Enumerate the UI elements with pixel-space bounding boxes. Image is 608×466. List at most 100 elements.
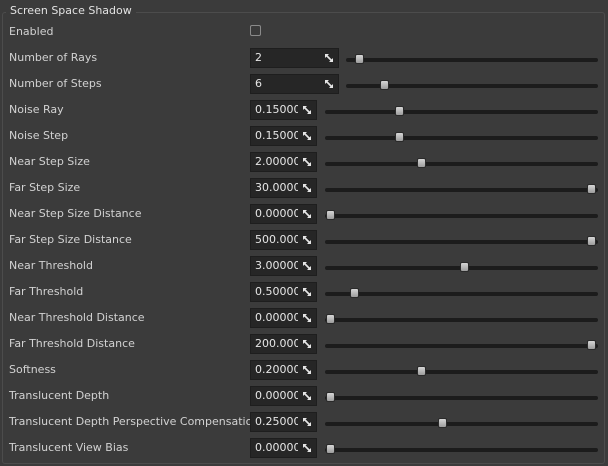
far-step-size-slider[interactable] — [325, 184, 598, 197]
row-near-step-size: Near Step Size 2.00000 — [0, 149, 608, 175]
near-threshold-distance-slider[interactable] — [325, 314, 598, 327]
slider-track — [325, 188, 598, 192]
far-threshold-field[interactable]: 0.50000 — [250, 282, 317, 302]
far-threshold-distance-slider[interactable] — [325, 340, 598, 353]
noise-ray-slider[interactable] — [325, 106, 598, 119]
number-of-rays-label: Number of Rays — [9, 51, 98, 64]
translucent-depth-perspective-compensation-field[interactable]: 0.25000 — [250, 412, 317, 432]
slider-handle[interactable] — [326, 444, 336, 454]
near-threshold-slider[interactable] — [325, 262, 598, 275]
near-threshold-distance-field[interactable]: 0.00000 — [250, 308, 317, 328]
slider-handle[interactable] — [394, 132, 404, 142]
slider-handle[interactable] — [416, 366, 426, 376]
slider-track — [346, 58, 598, 62]
number-of-rays-value: 2 — [255, 51, 262, 64]
slider-handle[interactable] — [587, 236, 597, 246]
translucent-view-bias-label: Translucent View Bias — [9, 441, 129, 454]
row-translucent-view-bias: Translucent View Bias 0.00000 — [0, 435, 608, 461]
expand-arrows-icon[interactable] — [301, 442, 313, 454]
expand-arrows-icon[interactable] — [323, 78, 335, 90]
row-number-of-rays: Number of Rays 2 — [0, 45, 608, 71]
row-near-threshold: Near Threshold 3.00000 — [0, 253, 608, 279]
far-step-size-distance-slider[interactable] — [325, 236, 598, 249]
row-number-of-steps: Number of Steps 6 — [0, 71, 608, 97]
slider-handle[interactable] — [326, 392, 336, 402]
number-of-steps-value: 6 — [255, 77, 262, 90]
enabled-checkbox[interactable] — [250, 25, 261, 36]
noise-ray-field[interactable]: 0.15000 — [250, 100, 317, 120]
far-step-size-distance-field[interactable]: 500.0000 — [250, 230, 317, 250]
far-threshold-distance-field[interactable]: 200.0000 — [250, 334, 317, 354]
noise-step-field[interactable]: 0.15000 — [250, 126, 317, 146]
translucent-view-bias-slider[interactable] — [325, 444, 598, 457]
slider-track — [325, 448, 598, 452]
row-near-step-size-distance: Near Step Size Distance 0.00000 — [0, 201, 608, 227]
noise-step-label: Noise Step — [9, 129, 69, 142]
slider-track — [325, 136, 598, 140]
expand-arrows-icon[interactable] — [301, 260, 313, 272]
expand-arrows-icon[interactable] — [301, 182, 313, 194]
row-far-threshold: Far Threshold 0.50000 — [0, 279, 608, 305]
far-step-size-value: 30.00000 — [255, 181, 298, 194]
slider-handle[interactable] — [416, 158, 426, 168]
expand-arrows-icon[interactable] — [301, 312, 313, 324]
expand-arrows-icon[interactable] — [301, 390, 313, 402]
near-step-size-value: 2.00000 — [255, 155, 298, 168]
slider-handle[interactable] — [379, 80, 389, 90]
translucent-view-bias-field[interactable]: 0.00000 — [250, 438, 317, 458]
near-step-size-distance-slider[interactable] — [325, 210, 598, 223]
row-far-step-size: Far Step Size 30.00000 — [0, 175, 608, 201]
far-threshold-label: Far Threshold — [9, 285, 84, 298]
near-threshold-field[interactable]: 3.00000 — [250, 256, 317, 276]
row-softness: Softness 0.20000 — [0, 357, 608, 383]
slider-track — [325, 292, 598, 296]
slider-track — [325, 110, 598, 114]
noise-step-slider[interactable] — [325, 132, 598, 145]
slider-handle[interactable] — [394, 106, 404, 116]
noise-ray-label: Noise Ray — [9, 103, 64, 116]
translucent-depth-slider[interactable] — [325, 392, 598, 405]
expand-arrows-icon[interactable] — [301, 286, 313, 298]
expand-arrows-icon[interactable] — [301, 208, 313, 220]
number-of-steps-field[interactable]: 6 — [250, 74, 339, 94]
far-threshold-slider[interactable] — [325, 288, 598, 301]
far-step-size-distance-label: Far Step Size Distance — [9, 233, 132, 246]
far-step-size-distance-value: 500.0000 — [255, 233, 298, 246]
expand-arrows-icon[interactable] — [301, 130, 313, 142]
translucent-depth-perspective-compensation-slider[interactable] — [325, 418, 598, 431]
expand-arrows-icon[interactable] — [301, 234, 313, 246]
expand-arrows-icon[interactable] — [301, 338, 313, 350]
near-step-size-distance-field[interactable]: 0.00000 — [250, 204, 317, 224]
slider-handle[interactable] — [587, 184, 597, 194]
number-of-steps-label: Number of Steps — [9, 77, 102, 90]
slider-handle[interactable] — [326, 210, 336, 220]
slider-handle[interactable] — [587, 340, 597, 350]
slider-track — [325, 344, 598, 348]
far-step-size-field[interactable]: 30.00000 — [250, 178, 317, 198]
number-of-rays-slider[interactable] — [346, 54, 598, 67]
expand-arrows-icon[interactable] — [301, 156, 313, 168]
slider-handle[interactable] — [460, 262, 470, 272]
number-of-steps-slider[interactable] — [346, 80, 598, 93]
expand-arrows-icon[interactable] — [301, 364, 313, 376]
softness-field[interactable]: 0.20000 — [250, 360, 317, 380]
near-threshold-distance-value: 0.00000 — [255, 311, 298, 324]
near-step-size-slider[interactable] — [325, 158, 598, 171]
expand-arrows-icon[interactable] — [323, 52, 335, 64]
expand-arrows-icon[interactable] — [301, 104, 313, 116]
number-of-rays-field[interactable]: 2 — [250, 48, 339, 68]
slider-handle[interactable] — [349, 288, 359, 298]
translucent-view-bias-value: 0.00000 — [255, 441, 298, 454]
translucent-depth-perspective-compensation-value: 0.25000 — [255, 415, 298, 428]
slider-handle[interactable] — [326, 314, 336, 324]
near-step-size-field[interactable]: 2.00000 — [250, 152, 317, 172]
slider-track — [325, 422, 598, 426]
translucent-depth-field[interactable]: 0.00000 — [250, 386, 317, 406]
expand-arrows-icon[interactable] — [301, 416, 313, 428]
slider-handle[interactable] — [438, 418, 448, 428]
slider-handle[interactable] — [354, 54, 364, 64]
far-threshold-distance-value: 200.0000 — [255, 337, 298, 350]
row-noise-step: Noise Step 0.15000 — [0, 123, 608, 149]
softness-slider[interactable] — [325, 366, 598, 379]
slider-track — [325, 396, 598, 400]
